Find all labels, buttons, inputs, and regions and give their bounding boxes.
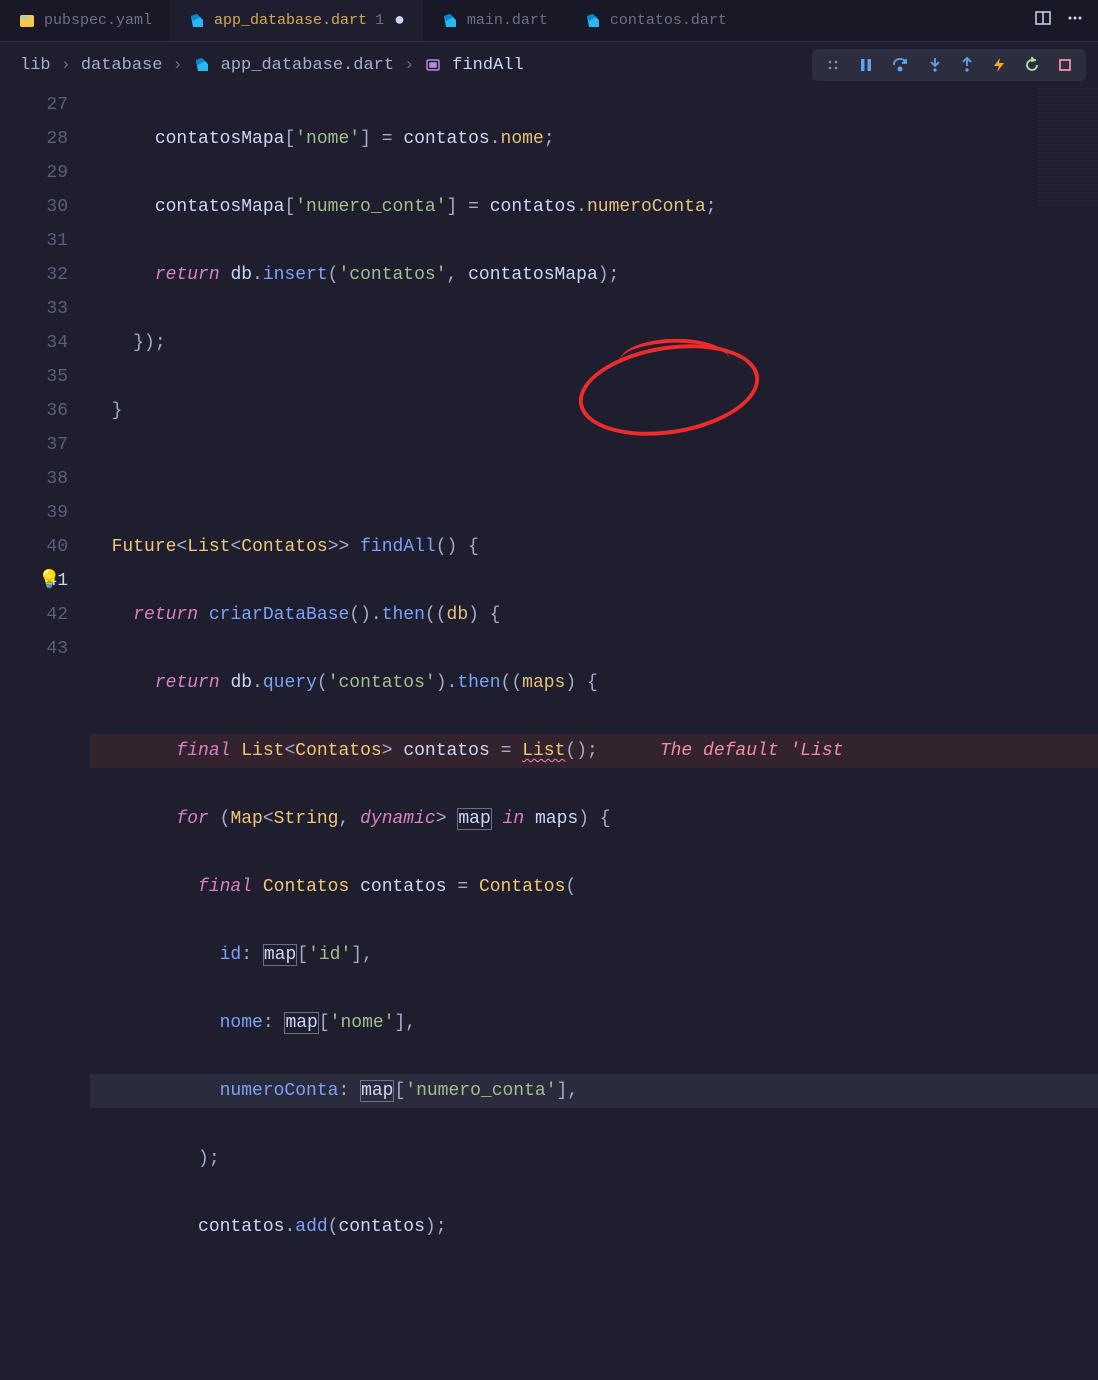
step-out-icon[interactable] <box>960 57 974 73</box>
line-number[interactable]: 40 <box>0 530 68 564</box>
line-number[interactable]: 31 <box>0 224 68 258</box>
grip-icon[interactable] <box>826 58 840 72</box>
tab-modified-count: 1 <box>375 12 384 29</box>
line-number[interactable]: 43 <box>0 632 68 666</box>
debug-toolbar <box>812 49 1086 81</box>
line-number[interactable]: 42 <box>0 598 68 632</box>
step-into-icon[interactable] <box>928 57 942 73</box>
breadcrumb-segment[interactable]: database <box>81 56 163 75</box>
split-editor-icon[interactable] <box>1034 9 1052 32</box>
chevron-right-icon: › <box>404 56 414 75</box>
line-number[interactable]: 35 <box>0 360 68 394</box>
breadcrumb-method[interactable]: findAll <box>452 56 523 75</box>
line-number[interactable]: 30 <box>0 190 68 224</box>
error-squiggle[interactable]: List <box>522 741 565 761</box>
editor[interactable]: 27 28 29 30 31 32 33 34 35 36 37 38 39 4… <box>0 88 1098 1380</box>
inline-error[interactable]: The default 'List <box>660 741 844 761</box>
bolt-icon[interactable] <box>992 57 1006 73</box>
breadcrumb[interactable]: lib › database › app_database.dart › fin… <box>20 56 524 75</box>
tab-pubspec[interactable]: pubspec.yaml <box>0 0 170 41</box>
chevron-right-icon: › <box>61 56 71 75</box>
line-number[interactable]: 34 <box>0 326 68 360</box>
tab-label: pubspec.yaml <box>44 12 152 29</box>
dart-icon <box>188 12 206 30</box>
line-number[interactable]: 29 <box>0 156 68 190</box>
tab-contatos[interactable]: contatos.dart <box>566 0 745 41</box>
dart-icon <box>193 56 211 74</box>
more-actions-icon[interactable] <box>1066 9 1084 32</box>
tab-label: main.dart <box>467 12 548 29</box>
line-number[interactable]: 39 <box>0 496 68 530</box>
tab-label: app_database.dart <box>214 12 367 29</box>
line-number[interactable]: 💡 41 <box>0 564 68 598</box>
yaml-icon <box>18 12 36 30</box>
line-gutter: 27 28 29 30 31 32 33 34 35 36 37 38 39 4… <box>0 88 90 1380</box>
lightbulb-icon[interactable]: 💡 <box>38 564 60 598</box>
method-icon <box>424 56 442 74</box>
line-number[interactable]: 32 <box>0 258 68 292</box>
step-over-icon[interactable] <box>892 57 910 73</box>
line-number[interactable]: 28 <box>0 122 68 156</box>
dart-icon <box>441 12 459 30</box>
line-number[interactable]: 33 <box>0 292 68 326</box>
tab-app-database[interactable]: app_database.dart 1 ● <box>170 0 423 41</box>
breadcrumb-segment[interactable]: app_database.dart <box>221 56 394 75</box>
breadcrumb-segment[interactable]: lib <box>20 56 51 75</box>
minimap[interactable] <box>1038 88 1098 208</box>
stop-icon[interactable] <box>1058 58 1072 72</box>
chevron-right-icon: › <box>172 56 182 75</box>
line-number[interactable]: 38 <box>0 462 68 496</box>
dirty-indicator-icon: ● <box>394 11 405 31</box>
restart-icon[interactable] <box>1024 57 1040 73</box>
line-number[interactable]: 27 <box>0 88 68 122</box>
tab-actions <box>1034 9 1098 32</box>
line-number[interactable]: 37 <box>0 428 68 462</box>
subbar: lib › database › app_database.dart › fin… <box>0 42 1098 88</box>
tabs-bar: pubspec.yaml app_database.dart 1 ● main.… <box>0 0 1098 42</box>
dart-icon <box>584 12 602 30</box>
tab-label: contatos.dart <box>610 12 727 29</box>
code-area[interactable]: contatosMapa['nome'] = contatos.nome; co… <box>90 88 1098 1380</box>
line-number[interactable]: 36 <box>0 394 68 428</box>
tab-main[interactable]: main.dart <box>423 0 566 41</box>
pause-icon[interactable] <box>858 57 874 73</box>
